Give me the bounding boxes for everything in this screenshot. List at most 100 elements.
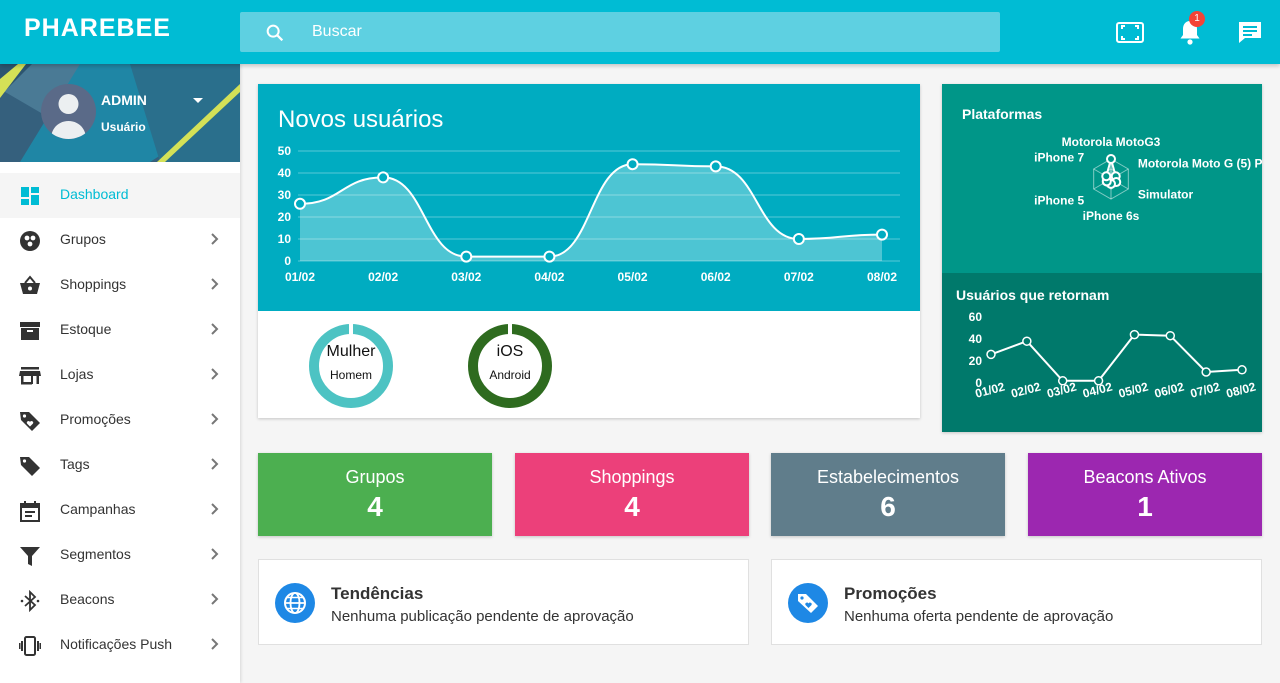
chevron-right-icon (210, 232, 220, 251)
stat-value: 1 (1137, 491, 1153, 522)
x-tick-label: 02/02 (1010, 379, 1043, 400)
x-tick-label: 04/02 (1081, 379, 1114, 400)
x-tick-label: 05/02 (1117, 379, 1150, 400)
top-bar: PHAREBEE 1 (0, 0, 1280, 64)
groups-icon (19, 230, 41, 252)
profile-background (0, 64, 240, 162)
donut-label-top: Mulher (326, 343, 376, 360)
os-donut[interactable]: iOS Android (467, 323, 553, 409)
sidebar-item-segmentos[interactable]: Segmentos (0, 533, 240, 578)
chevron-right-icon (210, 412, 220, 431)
notification-badge: 1 (1189, 11, 1205, 27)
data-point (294, 197, 306, 210)
sidebar-item-lojas[interactable]: Lojas (0, 353, 240, 398)
sidebar-item-estoque[interactable]: Estoque (0, 308, 240, 353)
x-tick-label: 03/02 (1045, 379, 1078, 400)
app-logo[interactable]: PHAREBEE (24, 14, 171, 43)
data-point (1101, 171, 1112, 182)
stat-label: Beacons Ativos (1083, 467, 1207, 487)
stat-grupos[interactable]: Grupos 4 (258, 453, 492, 536)
vibration-icon (19, 635, 41, 657)
calendar-icon (19, 500, 41, 522)
data-point (709, 160, 722, 173)
sidebar-item-campanhas[interactable]: Campanhas (0, 488, 240, 533)
radar-label: Simulator (1138, 188, 1194, 202)
x-tick-label: 05/02 (618, 270, 648, 284)
returning-users-chart: 020406001/02 02/02 03/02 04/02 05/02 06/02 07/… (969, 310, 1258, 401)
search-bar[interactable] (240, 12, 1000, 52)
data-point (986, 349, 996, 360)
data-point (1165, 330, 1176, 341)
x-tick-label: 07/02 (784, 270, 814, 284)
sidebar-item-grupos[interactable]: Grupos (0, 218, 240, 263)
chevron-down-icon[interactable] (193, 98, 203, 103)
sidebar-nav: Dashboard Grupos Shoppings Estoque Lojas… (0, 173, 240, 668)
search-input[interactable] (312, 12, 912, 52)
chevron-right-icon (210, 502, 220, 521)
x-tick-label: 07/02 (1189, 379, 1222, 400)
sidebar-item-dashboard[interactable]: Dashboard (0, 173, 240, 218)
chevron-right-icon (210, 637, 220, 656)
sidebar-item-label: Notificações Push (60, 636, 173, 652)
tag-icon (19, 410, 41, 432)
os-donut-ring (468, 323, 552, 408)
data-point (1237, 365, 1247, 375)
data-point (543, 250, 556, 263)
gender-donut[interactable]: Mulher Homem (308, 323, 394, 409)
new-users-chart: 0 10 20 30 40 50 01/02 02/02 03/02 04/02 05/02 06/0… (278, 144, 900, 284)
stat-label: Estabelecimentos (816, 467, 960, 487)
platforms-panel: Plataformas Motorola MotoG3 Motorola Moto… (942, 84, 1262, 273)
sidebar-item-label: Campanhas (60, 501, 136, 517)
radar-label: Motorola MotoG3 (1062, 135, 1161, 149)
stat-value: 6 (880, 491, 896, 522)
user-role: Usuário (101, 120, 146, 134)
trends-title: Tendências (331, 584, 424, 603)
new-users-card: Novos usuários 0 10 20 30 40 50 01/02 02/02 03/0… (258, 84, 920, 418)
stat-label: Shoppings (589, 467, 675, 487)
basket-icon (19, 275, 41, 297)
sidebar-item-notificacoes-push[interactable]: Notificações Push (0, 623, 240, 668)
chevron-right-icon (210, 322, 220, 341)
x-tick-label: 06/02 (701, 270, 731, 284)
sidebar-item-label: Tags (60, 456, 90, 472)
chevron-right-icon (210, 547, 220, 566)
stat-estabelecimentos[interactable]: Estabelecimentos 6 (771, 453, 1005, 536)
y-tick-label: 0 (284, 254, 291, 268)
sidebar-item-label: Shoppings (60, 276, 127, 292)
sidebar-item-shoppings[interactable]: Shoppings (0, 263, 240, 308)
dashboard-icon (19, 185, 41, 207)
messages-icon[interactable] (1234, 16, 1266, 48)
x-tick-label: 08/02 (1225, 379, 1258, 400)
trends-card[interactable]: Tendências Nenhuma publicação pendente d… (258, 559, 749, 645)
sidebar-item-beacons[interactable]: Beacons (0, 578, 240, 623)
promotions-card[interactable]: Promoções Nenhuma oferta pendente de apr… (771, 559, 1262, 645)
x-tick-label: 03/02 (451, 270, 481, 284)
donut-label-bottom: Homem (329, 368, 372, 382)
search-icon[interactable] (264, 22, 286, 49)
data-point (460, 250, 473, 263)
donut-label-bottom: Android (489, 368, 531, 382)
y-tick-label: 60 (969, 310, 983, 324)
y-tick-label: 40 (969, 332, 983, 346)
radar-label: iPhone 5 (1034, 194, 1084, 208)
sidebar-item-tags[interactable]: Tags (0, 443, 240, 488)
radar-label: Motorola Moto G (5) P (1138, 157, 1262, 171)
stat-value: 4 (367, 491, 383, 522)
gender-donut-ring (309, 323, 393, 408)
stat-shoppings[interactable]: Shoppings 4 (515, 453, 749, 536)
archive-icon (19, 320, 41, 342)
chevron-right-icon (210, 367, 220, 386)
sidebar-item-promocoes[interactable]: Promoções (0, 398, 240, 443)
store-icon (19, 365, 41, 387)
data-point (792, 233, 805, 245)
y-tick-label: 20 (969, 354, 983, 368)
sidebar-item-label: Beacons (60, 591, 115, 607)
sidebar-item-label: Lojas (60, 366, 94, 382)
stat-value: 4 (624, 491, 640, 522)
fullscreen-icon[interactable] (1114, 16, 1146, 48)
x-tick-label: 04/02 (534, 270, 564, 284)
avatar[interactable] (41, 84, 96, 139)
user-profile-header[interactable]: ADMIN Usuário (0, 64, 240, 162)
stat-beacons-ativos[interactable]: Beacons Ativos 1 (1028, 453, 1262, 536)
sidebar: ADMIN Usuário Dashboard Grupos Shoppings… (0, 64, 240, 683)
